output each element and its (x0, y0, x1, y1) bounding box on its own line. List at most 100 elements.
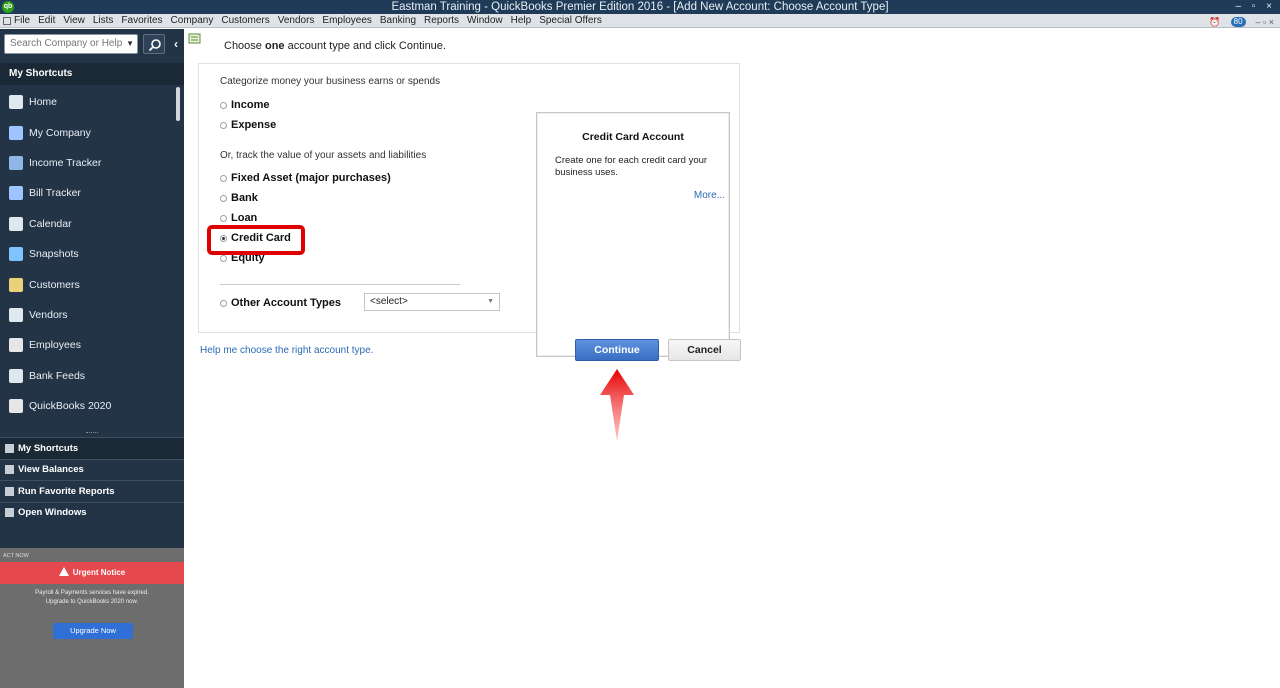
sidebar-item-my-company[interactable]: My Company (0, 117, 184, 147)
account-type-panel: Categorize money your business earns or … (198, 63, 740, 357)
snapshots-icon (9, 247, 23, 262)
alarm-icon[interactable]: ⏰ (1209, 15, 1220, 29)
nav-run-favorite-reports[interactable]: Run Favorite Reports (0, 480, 184, 502)
panel-resize-handle[interactable] (0, 429, 184, 437)
notification-badge[interactable]: 80 (1230, 17, 1246, 27)
sidebar-item-label: Employees (29, 339, 81, 352)
radio-income[interactable]: Income (220, 99, 270, 111)
radio-indicator[interactable] (220, 121, 227, 129)
sidebar-item-label: QuickBooks 2020 (29, 400, 112, 413)
sidebar-item-home[interactable]: Home (0, 87, 184, 117)
search-placeholder: Search Company or Help (10, 38, 123, 49)
menu-favorites[interactable]: Favorites (121, 14, 162, 28)
continue-button[interactable]: Continue (575, 339, 659, 361)
radio-indicator[interactable] (220, 214, 227, 222)
menu-view[interactable]: View (63, 14, 85, 28)
sidebar-item-calendar[interactable]: Calendar (0, 209, 184, 239)
menu-company[interactable]: Company (171, 14, 214, 28)
red-arrow-annotation-icon (600, 369, 634, 441)
menu-banking[interactable]: Banking (380, 14, 416, 28)
panel-icon (5, 465, 14, 475)
sidebar-item-snapshots[interactable]: Snapshots (0, 239, 184, 269)
description-text: Create one for each credit card your bus… (555, 155, 708, 178)
panel-icon (5, 486, 14, 496)
upgrade-now-button[interactable]: Upgrade Now (53, 623, 133, 639)
sidebar-item-income-tracker[interactable]: Income Tracker (0, 148, 184, 178)
menu-vendors[interactable]: Vendors (278, 14, 315, 28)
sidebar-item-vendors[interactable]: Vendors (0, 300, 184, 330)
window-title: Eastman Training - QuickBooks Premier Ed… (391, 1, 889, 13)
other-account-types-select[interactable]: <select> ▼ (364, 293, 500, 311)
shortcuts-header: My Shortcuts (0, 63, 184, 85)
menu-customers[interactable]: Customers (221, 14, 269, 28)
radio-fixed-asset[interactable]: Fixed Asset (major purchases) (220, 172, 391, 184)
menu-lists[interactable]: Lists (93, 14, 114, 28)
radio-indicator[interactable] (220, 254, 227, 262)
track-label: Or, track the value of your assets and l… (220, 150, 427, 161)
sidebar-item-label: Home (29, 96, 58, 109)
radio-indicator[interactable] (220, 299, 227, 307)
left-icon-bar: Search Company or Help ▼ ‹ My Shortcuts … (0, 29, 184, 688)
shortcuts-scroll-thumb[interactable] (176, 87, 180, 121)
menu-window[interactable]: Window (467, 14, 503, 28)
sidebar-item-label: Bill Tracker (29, 187, 81, 200)
nav-view-balances[interactable]: View Balances (0, 458, 184, 481)
sidebar-item-label: Snapshots (29, 248, 79, 261)
shortcuts-scrollbar[interactable] (173, 87, 183, 427)
radio-other-account-types[interactable]: Other Account Types (220, 297, 341, 309)
radio-indicator[interactable] (220, 101, 227, 109)
add-new-account-dialog: Choose one account type and click Contin… (184, 29, 1280, 688)
search-dropdown-icon[interactable]: ▼ (126, 35, 134, 53)
panel-icon (5, 508, 14, 518)
menu-help[interactable]: Help (511, 14, 532, 28)
urgent-notice-banner: Urgent Notice (0, 562, 184, 584)
separator (220, 284, 460, 285)
sidebar-item-customers[interactable]: Customers (0, 269, 184, 299)
sidebar-item-quickbooks-2020[interactable]: QuickBooks 2020 (0, 391, 184, 421)
search-input[interactable]: Search Company or Help ▼ (4, 34, 138, 54)
sidebar-item-bill-tracker[interactable]: Bill Tracker (0, 178, 184, 208)
nav-open-windows[interactable]: Open Windows (0, 501, 184, 524)
radio-expense[interactable]: Expense (220, 119, 276, 131)
menu-edit[interactable]: Edit (38, 14, 55, 28)
menu-employees[interactable]: Employees (322, 14, 371, 28)
system-menu-icon[interactable] (3, 17, 11, 25)
menu-file[interactable]: File (14, 14, 30, 28)
sidebar-item-employees[interactable]: Employees (0, 330, 184, 360)
radio-indicator[interactable] (220, 174, 227, 182)
account-icon (188, 33, 201, 44)
warning-icon (58, 567, 69, 576)
bill-tracker-icon (9, 186, 23, 201)
employees-icon (9, 338, 23, 353)
company-icon (9, 125, 23, 140)
radio-loan[interactable]: Loan (220, 212, 257, 224)
sidebar-item-label: Income Tracker (29, 156, 102, 169)
radio-indicator[interactable] (220, 194, 227, 202)
search-button[interactable] (143, 34, 165, 54)
more-link[interactable]: More... (694, 190, 725, 201)
bank-icon (9, 368, 23, 383)
calendar-icon (9, 216, 23, 231)
window-controls[interactable]: – ▫ × (1235, 0, 1276, 14)
radio-bank[interactable]: Bank (220, 192, 258, 204)
sidebar-item-label: My Company (29, 126, 91, 139)
menu-reports[interactable]: Reports (424, 14, 459, 28)
customers-icon (9, 277, 23, 292)
menubar-right-tools: ⏰ 80 – ▫ × (1209, 15, 1274, 29)
help-choose-account-link[interactable]: Help me choose the right account type. (200, 345, 373, 356)
cancel-button[interactable]: Cancel (668, 339, 741, 361)
panel-icon (5, 443, 14, 453)
nav-label: Run Favorite Reports (18, 485, 115, 497)
menu-special-offers[interactable]: Special Offers (539, 14, 602, 28)
sidebar-item-label: Calendar (29, 217, 72, 230)
dialog-instruction: Choose one account type and click Contin… (224, 40, 446, 52)
nav-my-shortcuts[interactable]: My Shortcuts (0, 437, 184, 459)
search-icon (148, 39, 161, 52)
sidebar-item-label: Vendors (29, 308, 68, 321)
child-window-controls[interactable]: – ▫ × (1256, 15, 1274, 29)
account-description-box: Credit Card Account Create one for each … (536, 112, 730, 357)
nav-label: Open Windows (18, 507, 87, 519)
sidebar-item-bank-feeds[interactable]: Bank Feeds (0, 361, 184, 391)
collapse-sidebar-button[interactable]: ‹ (170, 36, 182, 52)
sidebar-item-label: Customers (29, 278, 80, 291)
